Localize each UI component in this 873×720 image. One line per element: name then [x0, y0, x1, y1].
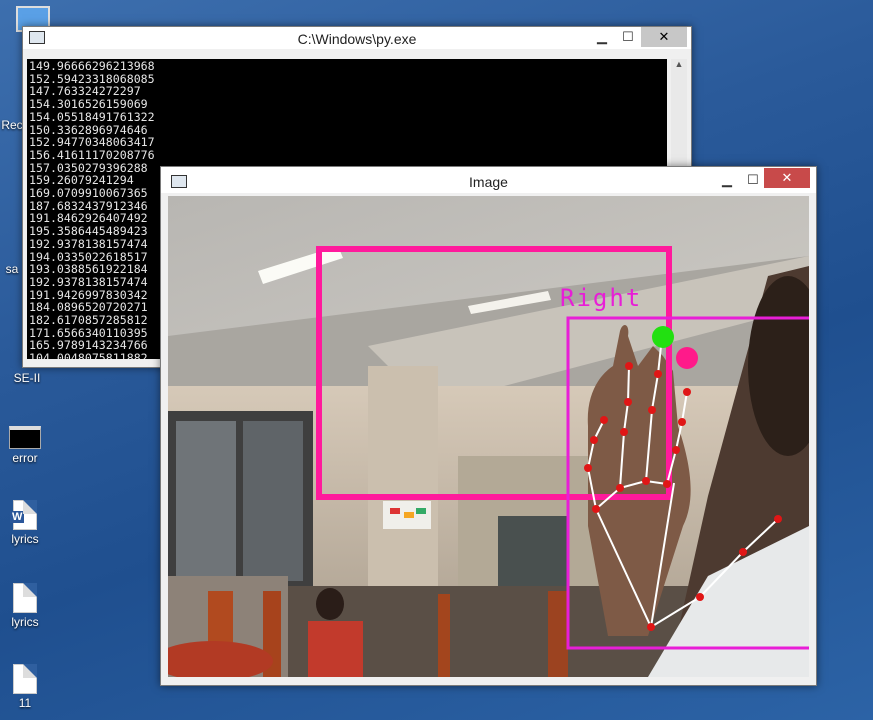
maximize-button[interactable]: ☐: [615, 27, 641, 47]
close-button[interactable]: ✕: [641, 27, 687, 47]
close-icon: ✕: [781, 170, 793, 185]
console-titlebar[interactable]: C:\Windows\py.exe ▁ ☐ ✕: [23, 27, 691, 49]
blank-file-icon: [13, 664, 37, 694]
desktop-icon-error[interactable]: error: [0, 426, 50, 465]
minimize-button[interactable]: ▁: [589, 27, 615, 47]
desktop-icon-11[interactable]: 11: [0, 664, 50, 710]
console-line: 154.3016526159069: [29, 97, 148, 112]
desktop-icon-label: Rec: [1, 118, 23, 132]
desktop-icon-label: lyrics: [11, 615, 39, 629]
fingertip-green-marker: [652, 326, 674, 348]
desktop-icon-label: error: [12, 451, 38, 465]
desktop-icon-label: sa: [5, 262, 19, 276]
desktop-icon-recycle-bin[interactable]: Rec: [0, 90, 24, 132]
minimize-icon: ▁: [722, 172, 732, 187]
desktop-icon-label: 11: [18, 696, 32, 710]
console-icon: [9, 426, 41, 449]
hand-skeleton: [586, 336, 779, 628]
image-window[interactable]: Image ▁ ☐ ✕ Right: [160, 166, 817, 686]
hand-label: Right: [560, 284, 642, 312]
console-line: 154.05518491761322: [29, 109, 155, 124]
minimize-icon: ▁: [597, 29, 607, 44]
desktop-icon-lyrics-doc[interactable]: W lyrics: [0, 500, 50, 546]
minimize-button[interactable]: ▁: [714, 170, 740, 190]
maximize-icon: ☐: [747, 172, 759, 187]
text-file-icon: [13, 583, 37, 613]
maximize-button[interactable]: ☐: [740, 170, 766, 190]
maximize-icon: ☐: [622, 29, 634, 44]
camera-frame: Right: [168, 196, 809, 677]
close-icon: ✕: [658, 29, 670, 44]
console-line: 156.41611170208776: [29, 147, 155, 162]
desktop-icon-label: lyrics: [11, 532, 39, 546]
desktop-icon-file[interactable]: sa: [0, 262, 24, 276]
desktop-icon-lyrics-txt[interactable]: lyrics: [0, 583, 50, 629]
console-line: 149.96666296213968: [29, 59, 155, 73]
desktop-icon-label: SE-II: [13, 371, 41, 385]
fingertip-pink-marker: [676, 347, 698, 369]
scroll-up-icon[interactable]: ▲: [671, 59, 687, 69]
close-button[interactable]: ✕: [764, 168, 810, 188]
image-titlebar[interactable]: Image ▁ ☐ ✕: [161, 167, 816, 193]
word-document-icon: W: [10, 500, 37, 530]
detection-overlay: Right: [316, 246, 809, 650]
